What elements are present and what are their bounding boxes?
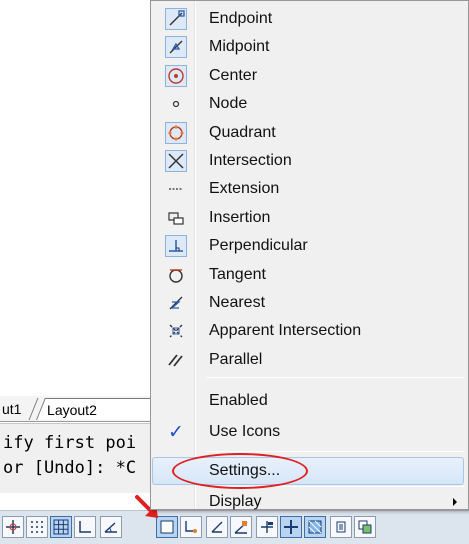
command-prompt-line: or [Undo]: *C [3,458,137,478]
menu-item-settings[interactable]: Settings... [151,457,467,485]
menu-item-label: Extension [209,180,280,198]
menu-item-label: Endpoint [209,10,273,27]
menu-separator [206,451,464,452]
menu-item-label: Midpoint [209,38,270,56]
tab-layout1-label: ut1 [2,401,22,417]
menu-item-tangent[interactable]: Tangent [151,261,467,289]
intersection-icon [165,150,187,172]
menu-separator [206,377,464,378]
quick-properties-button[interactable] [330,516,352,538]
menu-item-center[interactable]: Center [151,62,467,90]
grid-display-button[interactable] [50,516,72,538]
menu-item-quadrant[interactable]: Quadrant [151,119,467,147]
insertion-icon [165,207,187,229]
selection-cycling-icon [358,520,372,534]
object-snap-tracking-button[interactable] [206,516,228,538]
node-icon [165,93,187,115]
menu-item-use-icons[interactable]: ✓ Use Icons [151,418,467,446]
perpendicular-icon [165,235,187,258]
parallel-icon [165,349,187,371]
apparent-intersection-icon [165,320,187,342]
menu-item-parallel[interactable]: Parallel [151,346,467,374]
midpoint-icon [165,36,187,59]
menu-item-label: Intersection [209,152,292,169]
dynamic-input-button[interactable] [256,516,278,538]
menu-item-label: Insertion [209,208,271,226]
menu-item-display[interactable]: Display [151,488,467,516]
endpoint-icon [165,8,187,30]
lineweight-button[interactable] [280,516,302,538]
extension-icon [165,178,187,200]
nearest-icon [165,292,187,314]
grid-snap-button[interactable] [26,516,48,538]
transparency-button[interactable] [304,516,326,538]
menu-item-label: Node [209,95,248,113]
properties-icon [336,521,346,533]
menu-item-node[interactable]: Node [151,90,467,118]
polar-tracking-button[interactable] [100,516,122,538]
3d-osnap-icon [185,521,197,533]
menu-item-endpoint[interactable]: Endpoint [151,5,467,33]
menu-item-label: Parallel [209,350,263,368]
menu-item-intersection[interactable]: Intersection [151,147,467,175]
menu-item-label: Use Icons [209,423,281,440]
snap-mode-button[interactable] [2,516,24,538]
grid-dots-icon [31,521,43,533]
menu-item-midpoint[interactable]: Midpoint [151,33,467,61]
grid-icon [53,519,69,535]
menu-item-label: Center [209,66,258,84]
checkmark-icon: ✓ [168,421,184,443]
ducs-icon [234,521,248,534]
menu-item-label: Enabled [209,392,268,409]
center-icon [165,64,187,87]
menu-separator [206,486,464,487]
menu-item-nearest[interactable]: Nearest [151,289,467,317]
ortho-icon [79,521,91,533]
tab-layout2[interactable]: Layout2 [36,398,163,420]
transparency-icon [308,520,322,534]
menu-item-label: Perpendicular [209,237,308,255]
3d-osnap-button[interactable] [180,516,202,538]
crosshair-icon [284,520,298,534]
ortho-mode-button[interactable] [74,516,96,538]
menu-item-perpendicular[interactable]: Perpendicular [151,232,467,260]
osnap-tracking-icon [211,521,223,533]
menu-item-enabled[interactable]: Enabled [151,387,467,415]
menu-item-extension[interactable]: Extension [151,175,467,203]
menu-item-label: Apparent Intersection [209,322,362,340]
menu-item-label: Nearest [209,294,266,311]
layout-tabs-bar: ut1 Layout2 [0,396,163,422]
menu-item-label: Settings... [209,462,281,479]
snap-icon [6,520,20,534]
submenu-arrow-icon [453,498,457,506]
tangent-icon [165,264,187,286]
tab-layout2-label: Layout2 [47,402,97,418]
menu-item-insertion[interactable]: Insertion [151,204,467,232]
menu-item-label: Display [209,493,262,510]
selection-cycling-button[interactable] [354,516,376,538]
quadrant-icon [165,121,187,144]
command-history-line: ify first poi [3,433,137,453]
dynamic-ucs-button[interactable] [230,516,252,538]
polar-icon [104,522,117,533]
dyn-input-icon [261,521,273,533]
menu-item-apparent-intersection[interactable]: Apparent Intersection [151,317,467,345]
menu-item-label: Quadrant [209,123,276,141]
menu-item-label: Tangent [209,265,266,283]
